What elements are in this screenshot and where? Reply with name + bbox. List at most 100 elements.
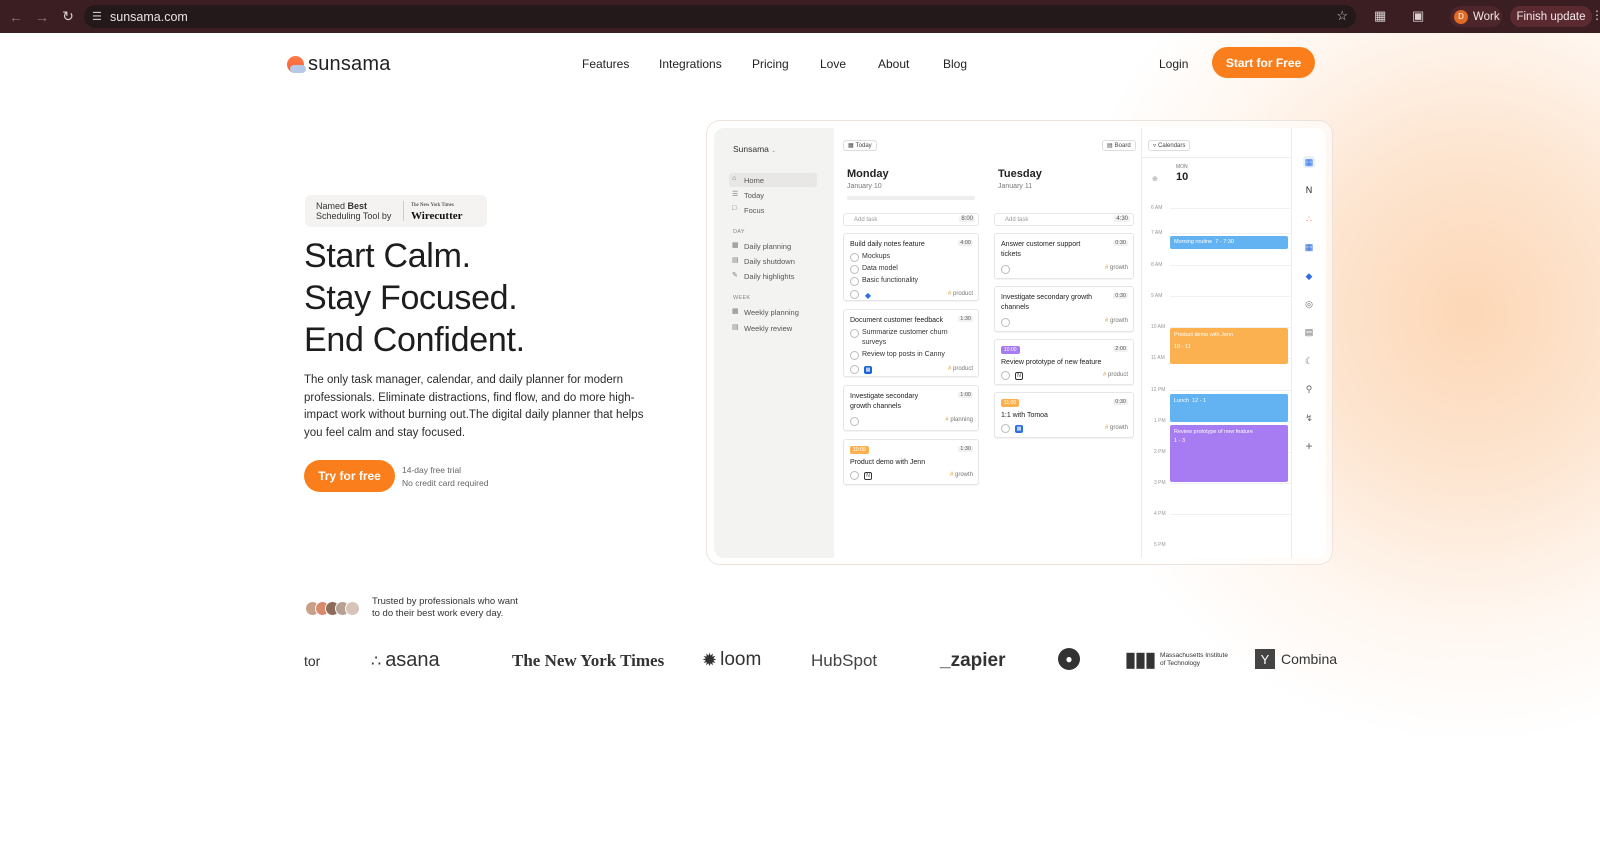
complete-checkbox[interactable] bbox=[1001, 371, 1010, 380]
calendar-day-number: 10 bbox=[1176, 171, 1189, 183]
subtask[interactable]: Mockups bbox=[850, 252, 890, 262]
hour-label: 6 AM bbox=[1151, 205, 1163, 211]
forward-icon[interactable]: → bbox=[32, 9, 52, 25]
asana-icon[interactable]: ∴ bbox=[1303, 213, 1315, 225]
sidebar-item-weekly-review[interactable]: ▤ Weekly review bbox=[729, 321, 817, 335]
notion-icon: N bbox=[1015, 372, 1023, 380]
nav-blog[interactable]: Blog bbox=[943, 57, 967, 71]
focus-icon: □ bbox=[732, 205, 737, 212]
subtask[interactable]: Data model bbox=[850, 264, 898, 274]
headline-line-3: End Confident. bbox=[304, 321, 525, 359]
task-card[interactable]: Answer customer support tickets 0:30 # g… bbox=[994, 233, 1134, 279]
logo[interactable]: sunsama bbox=[287, 53, 391, 76]
back-icon[interactable]: ← bbox=[6, 9, 26, 25]
notion-icon[interactable]: N bbox=[1303, 184, 1315, 196]
add-task-button[interactable]: Add task 4:30 bbox=[994, 213, 1134, 226]
time-badge: 10:00 bbox=[850, 446, 869, 454]
nav-about[interactable]: About bbox=[878, 57, 909, 71]
site-settings-icon[interactable]: ☰ bbox=[92, 10, 102, 23]
extensions-icon[interactable]: ▦ bbox=[1374, 8, 1386, 24]
nav-love[interactable]: Love bbox=[820, 57, 846, 71]
target-icon[interactable]: ◎ bbox=[1303, 298, 1315, 310]
sidebar-item-daily-highlights[interactable]: ✎ Daily highlights bbox=[729, 269, 817, 283]
google-calendar-icon[interactable]: ▦ bbox=[1303, 156, 1315, 168]
sidebar-item-today[interactable]: ☰ Today bbox=[729, 188, 817, 202]
complete-checkbox[interactable] bbox=[1001, 318, 1010, 327]
archive-icon[interactable]: ▤ bbox=[1303, 326, 1315, 338]
complete-checkbox[interactable] bbox=[850, 417, 859, 426]
github-icon: ● bbox=[1058, 648, 1080, 670]
app-main: ▦ Today ▤ Board Monday January 10 Add task… bbox=[834, 128, 1326, 558]
hero-headline: Start Calm. Stay Focused. End Confident. bbox=[304, 235, 525, 361]
channel-tag: # product bbox=[1102, 372, 1128, 378]
task-card[interactable]: Document customer feedback 1:30 Summariz… bbox=[843, 309, 979, 377]
moon-icon[interactable]: ☾ bbox=[1303, 355, 1315, 367]
reload-icon[interactable]: ↻ bbox=[58, 8, 78, 25]
calendar-event[interactable]: Morning routine 7 - 7:30 bbox=[1170, 236, 1288, 249]
workspace-name: Sunsama ⌄ bbox=[733, 144, 777, 154]
headline-line-2: Stay Focused. bbox=[304, 279, 518, 317]
logo-hubspot: HubSpot bbox=[811, 651, 878, 670]
browser-toolbar: ← → ↻ ☰ sunsama.com ☆ ▦ ▣ D Work Finish … bbox=[0, 0, 1600, 33]
sidebar-item-weekly-planning[interactable]: ▦ Weekly planning bbox=[729, 305, 817, 319]
calendar-event[interactable]: Review prototype of new feature 1 - 3 bbox=[1170, 425, 1288, 482]
trello-icon[interactable]: ▦ bbox=[1303, 241, 1315, 253]
day-title: Tuesday bbox=[998, 168, 1042, 180]
search-icon[interactable]: ⚲ bbox=[1303, 383, 1315, 395]
calendar-event[interactable]: Lunch 12 - 1 bbox=[1170, 394, 1288, 422]
channel-tag: # growth bbox=[1104, 265, 1128, 271]
task-card[interactable]: 11:00 1:1 with Tomoa 0:30 ▦ # growth bbox=[994, 392, 1134, 438]
nav-features[interactable]: Features bbox=[582, 57, 629, 71]
complete-checkbox[interactable] bbox=[850, 365, 859, 374]
sidebar-item-focus[interactable]: □ Focus bbox=[729, 203, 817, 217]
sidebar-item-daily-shutdown[interactable]: ▤ Daily shutdown bbox=[729, 254, 817, 268]
address-bar[interactable]: ☰ sunsama.com ☆ bbox=[84, 5, 1356, 28]
customer-logos: tor ∴ asana The New York Times ✹ loom HubS… bbox=[0, 643, 1600, 683]
hour-label: 8 AM bbox=[1151, 262, 1163, 268]
subtask[interactable]: Basic functionality bbox=[850, 276, 918, 286]
complete-checkbox[interactable] bbox=[850, 471, 859, 480]
nav-integrations[interactable]: Integrations bbox=[659, 57, 722, 71]
google-calendar-icon: ▦ bbox=[1015, 425, 1023, 433]
try-free-button[interactable]: Try for free bbox=[304, 460, 395, 492]
add-task-button[interactable]: Add task 8:00 bbox=[843, 213, 979, 226]
browser-menu-icon[interactable]: ⋮ bbox=[1591, 8, 1600, 22]
trello-icon: ▦ bbox=[864, 366, 872, 374]
zoom-icon[interactable]: ⊕ bbox=[1152, 175, 1158, 183]
home-icon: ⌂ bbox=[732, 175, 737, 182]
channel-tag: # product bbox=[947, 366, 973, 372]
lightning-icon[interactable]: ↯ bbox=[1303, 412, 1315, 424]
avatar bbox=[345, 600, 360, 616]
subtask[interactable]: Review top posts in Canny bbox=[850, 350, 945, 360]
finish-update-button[interactable]: Finish update bbox=[1510, 6, 1592, 27]
bookmark-star-icon[interactable]: ☆ bbox=[1336, 8, 1348, 24]
task-card[interactable]: Investigate secondary growth channels 1:… bbox=[843, 385, 979, 431]
jira-icon[interactable]: ◆ bbox=[1303, 270, 1315, 282]
task-card[interactable]: 10:00 Review prototype of new feature 2:… bbox=[994, 339, 1134, 385]
logo-loom: ✹ loom bbox=[702, 649, 762, 670]
sidebar-item-daily-planning[interactable]: ▦ Daily planning bbox=[729, 239, 817, 253]
complete-checkbox[interactable] bbox=[1001, 265, 1010, 274]
start-free-button[interactable]: Start for Free bbox=[1212, 47, 1315, 78]
sidebar-item-home[interactable]: ⌂ Home bbox=[729, 173, 817, 187]
badge-named: Named bbox=[316, 201, 346, 211]
calendar-event[interactable]: Product demo with Jenn 10 - 11 bbox=[1170, 328, 1288, 364]
notion-icon: N bbox=[864, 472, 872, 480]
trusted-line-1: Trusted by professionals who want bbox=[372, 596, 518, 607]
channel-tag: # growth bbox=[949, 472, 973, 478]
task-card[interactable]: Investigate secondary growth channels 0:… bbox=[994, 286, 1134, 332]
login-link[interactable]: Login bbox=[1159, 57, 1188, 71]
subtask[interactable]: Summarize customer churn surveys bbox=[850, 328, 970, 348]
calendars-button[interactable]: ▿ Calendars bbox=[1148, 140, 1191, 151]
task-card[interactable]: Build daily notes feature 4:00 Mockups D… bbox=[843, 233, 979, 301]
media-icon[interactable]: ▣ bbox=[1412, 8, 1424, 24]
complete-checkbox[interactable] bbox=[850, 290, 859, 299]
task-card[interactable]: 10:00 Product demo with Jenn 1:30 N # gr… bbox=[843, 439, 979, 485]
day-title: Monday bbox=[847, 168, 889, 180]
profile-chip[interactable]: D Work bbox=[1450, 6, 1502, 27]
calendar-dow: MON bbox=[1176, 164, 1188, 170]
nav-pricing[interactable]: Pricing bbox=[752, 57, 789, 71]
hour-label: 4 PM bbox=[1154, 511, 1166, 517]
add-icon[interactable]: + bbox=[1303, 439, 1315, 453]
complete-checkbox[interactable] bbox=[1001, 424, 1010, 433]
